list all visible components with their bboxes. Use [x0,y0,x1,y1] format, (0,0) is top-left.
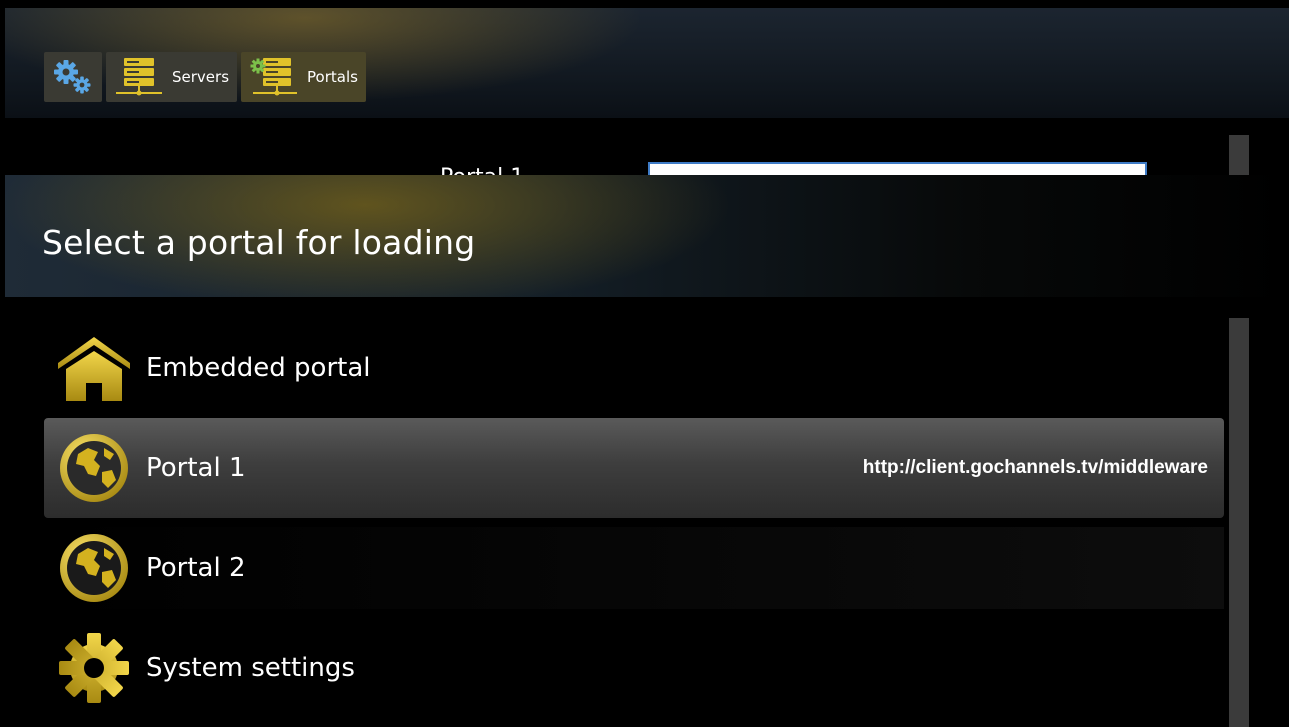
dialog-title: Select a portal for loading [42,223,476,262]
list-item-label: Portal 1 [146,453,246,483]
portal-server-icon [250,58,298,96]
list-item-portal-2[interactable]: Portal 2 [44,527,1224,609]
list-item-system-settings[interactable]: System settings [44,618,1224,718]
dialog-scrollbar[interactable] [1229,318,1249,727]
home-icon [54,328,134,408]
servers-label: Servers [172,68,230,86]
list-item-portal-1[interactable]: Portal 1 http://client.gochannels.tv/mid… [44,418,1224,518]
globe-icon [54,528,134,608]
background-scrollbar[interactable] [1229,135,1249,175]
portals-label: Portals [307,68,358,86]
gear-icon [54,628,134,708]
portal-url: http://client.gochannels.tv/middleware [862,457,1208,478]
dialog-header: Select a portal for loading [5,175,1289,297]
globe-icon [54,428,134,508]
portals-button[interactable]: Portals [241,52,366,102]
server-icon [116,58,162,96]
portal-select-dialog: Select a portal for loading Embedded por… [5,175,1289,727]
gears-icon [54,60,91,94]
app-root: Servers Portals Select a portal for load… [0,0,1289,727]
settings-button[interactable] [44,52,102,102]
servers-button[interactable]: Servers [106,52,238,102]
toolbar: Servers Portals [44,52,366,102]
list-item-label: Embedded portal [146,353,371,383]
list-item-label: Portal 2 [146,553,246,583]
list-item-label: System settings [146,653,355,683]
list-item-embedded-portal[interactable]: Embedded portal [44,318,1224,418]
